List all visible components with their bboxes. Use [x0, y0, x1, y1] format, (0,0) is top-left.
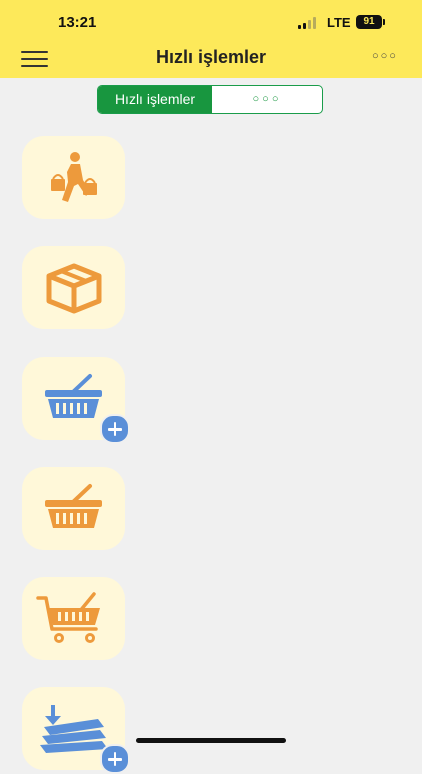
shopping-person-icon: [51, 152, 97, 202]
segmented-control: Hızlı işlemler ○○○: [97, 85, 323, 114]
signal-icon: [298, 17, 320, 29]
tile-shopping-person[interactable]: [22, 136, 125, 219]
top-bar: 13:21 LTE 91 Hızlı işlemler ○○○: [0, 0, 422, 78]
status-time: 13:21: [58, 14, 97, 31]
tile-basket[interactable]: [22, 467, 125, 550]
battery-icon: 91: [356, 15, 385, 29]
more-options-icon[interactable]: ○○○: [372, 50, 408, 64]
package-box-icon: [46, 263, 102, 314]
network-type: LTE: [327, 15, 351, 30]
tab-quick-actions[interactable]: Hızlı işlemler: [98, 86, 212, 113]
shopping-cart-icon: [36, 592, 100, 643]
badge-icon: [100, 744, 130, 774]
basket-icon: [45, 484, 102, 528]
home-indicator: [136, 738, 286, 743]
page-title: Hızlı işlemler: [155, 47, 267, 67]
add-icon: [100, 414, 130, 444]
tile-package[interactable]: [22, 246, 125, 329]
tab-more[interactable]: ○○○: [212, 86, 322, 113]
tile-shopping-cart[interactable]: [22, 577, 125, 660]
